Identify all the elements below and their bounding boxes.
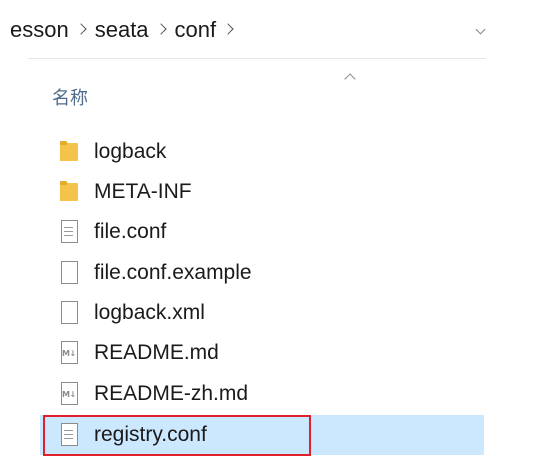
markdown-file-icon: M↓	[58, 381, 80, 407]
markdown-file-icon: M↓	[58, 340, 80, 366]
list-item-logback-xml[interactable]: logback.xml	[40, 293, 484, 333]
header-divider	[28, 58, 486, 59]
chevron-right-icon[interactable]	[216, 22, 242, 38]
breadcrumb-item-conf[interactable]: conf	[175, 17, 217, 43]
list-item-readme-md[interactable]: M↓ README.md	[40, 333, 484, 373]
text-file-icon	[58, 219, 80, 245]
folder-icon	[58, 179, 80, 205]
list-item-logback[interactable]: logback	[40, 132, 484, 172]
file-name: META-INF	[94, 180, 192, 203]
file-name: README-zh.md	[94, 382, 249, 405]
list-item-readme-zh-md[interactable]: M↓ README-zh.md	[40, 374, 484, 414]
list-item-file-conf-example[interactable]: file.conf.example	[40, 253, 484, 293]
file-name: file.conf	[94, 220, 167, 243]
chevron-right-icon[interactable]	[149, 22, 175, 38]
blank-file-icon	[58, 300, 80, 326]
file-name: file.conf.example	[94, 261, 252, 284]
breadcrumb-item-seata[interactable]: seata	[95, 17, 149, 43]
list-item-file-conf[interactable]: file.conf	[40, 212, 484, 252]
chevron-down-icon[interactable]	[476, 26, 486, 36]
file-name: logback.xml	[94, 301, 205, 324]
breadcrumb-item-esson[interactable]: esson	[10, 17, 69, 43]
highlight-box	[43, 415, 311, 456]
chevron-right-icon[interactable]	[69, 22, 95, 38]
file-name: README.md	[94, 341, 219, 364]
address-breadcrumb: esson seata conf	[0, 0, 534, 60]
list-item-meta-inf[interactable]: META-INF	[40, 172, 484, 212]
folder-icon	[58, 139, 80, 165]
sort-ascending-icon	[344, 72, 356, 80]
markdown-badge: M↓	[62, 349, 76, 358]
markdown-badge: M↓	[62, 390, 76, 399]
blank-file-icon	[58, 260, 80, 286]
file-name: logback	[94, 140, 167, 163]
column-header-name[interactable]: 名称	[52, 84, 88, 110]
